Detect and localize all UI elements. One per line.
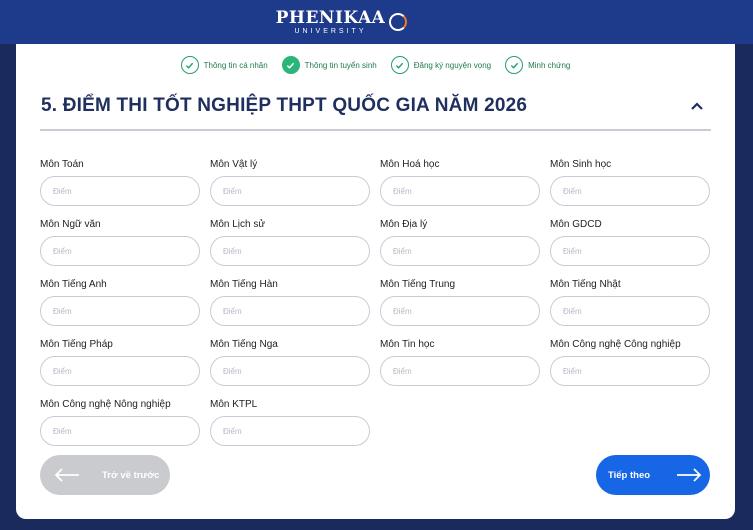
field-tieng-nga: Môn Tiếng Nga [210, 339, 370, 386]
field-label: Môn Vật lý [210, 159, 258, 170]
score-input-toan[interactable] [40, 176, 200, 206]
next-button[interactable]: Tiếp theo [596, 455, 710, 495]
field-label: Môn Toán [40, 159, 84, 170]
form-card: Thông tin cá nhân Thông tin tuyển sinh Đ… [16, 44, 735, 519]
score-input-sinh-hoc[interactable] [550, 176, 710, 206]
collapse-button[interactable] [687, 96, 707, 116]
field-label: Môn Tiếng Pháp [40, 339, 113, 350]
logo-text: PHENIKAA UNIVERSITY [275, 7, 386, 35]
score-input-tieng-nhat[interactable] [550, 296, 710, 326]
field-ngu-van: Môn Ngữ văn [40, 219, 200, 266]
score-input-lich-su[interactable] [210, 236, 370, 266]
step-label: Thông tin tuyển sinh [304, 60, 377, 70]
field-label: Môn Công nghệ Nông nghiệp [40, 399, 171, 410]
score-input-cong-nghe-cong-nghiep[interactable] [550, 356, 710, 386]
check-icon [180, 56, 199, 74]
step-label: Đăng ký nguyện vọng [413, 60, 492, 70]
field-hoa-hoc: Môn Hoá học [380, 159, 540, 206]
back-button[interactable]: Trở về trước [40, 455, 170, 495]
field-label: Môn Công nghệ Công nghiệp [550, 339, 681, 350]
score-input-gdcd[interactable] [550, 236, 710, 266]
step-admission-info[interactable]: Thông tin tuyển sinh [281, 56, 377, 74]
score-input-ngu-van[interactable] [40, 236, 200, 266]
logo-name: PHENIKAA [275, 7, 386, 28]
field-label: Môn Tiếng Trung [380, 279, 456, 290]
step-label: Minh chứng [528, 60, 571, 70]
check-icon [390, 56, 409, 74]
field-cong-nghe-nong-nghiep: Môn Công nghệ Nông nghiệp [40, 399, 200, 446]
score-input-tieng-phap[interactable] [40, 356, 200, 386]
next-button-label: Tiếp theo [608, 469, 651, 481]
score-input-cong-nghe-nong-nghiep[interactable] [40, 416, 200, 446]
field-label: Môn GDCD [550, 219, 602, 230]
field-label: Môn Tiếng Anh [40, 279, 107, 290]
field-label: Môn Ngữ văn [40, 219, 101, 230]
field-ktpl: Môn KTPL [210, 399, 370, 446]
score-input-ktpl[interactable] [210, 416, 370, 446]
field-tieng-nhat: Môn Tiếng Nhật [550, 279, 710, 326]
score-input-tieng-trung[interactable] [380, 296, 540, 326]
arrow-left-icon [54, 468, 79, 482]
field-sinh-hoc: Môn Sinh học [550, 159, 710, 206]
field-tin-hoc: Môn Tin học [380, 339, 540, 386]
field-gdcd: Môn GDCD [550, 219, 710, 266]
field-label: Môn Hoá học [380, 159, 440, 170]
field-label: Môn Tin học [380, 339, 435, 350]
score-input-dia-ly[interactable] [380, 236, 540, 266]
logo-subtitle: UNIVERSITY [294, 27, 367, 35]
score-fields-grid: Môn Toán Môn Vật lý Môn Hoá học Môn Sinh… [40, 159, 711, 446]
field-label: Môn Lịch sử [210, 219, 266, 230]
progress-steps: Thông tin cá nhân Thông tin tuyển sinh Đ… [16, 54, 735, 76]
score-input-tieng-anh[interactable] [40, 296, 200, 326]
score-input-tieng-han[interactable] [210, 296, 370, 326]
step-wish-registration[interactable]: Đăng ký nguyện vọng [390, 56, 492, 74]
field-toan: Môn Toán [40, 159, 200, 206]
field-label: Môn Tiếng Nga [210, 339, 278, 350]
score-input-tin-hoc[interactable] [380, 356, 540, 386]
step-label: Thông tin cá nhân [203, 60, 268, 70]
field-tieng-han: Môn Tiếng Hàn [210, 279, 370, 326]
chevron-up-icon [691, 102, 703, 110]
score-input-hoa-hoc[interactable] [380, 176, 540, 206]
logo-ring-icon [389, 13, 408, 31]
arrow-right-icon [677, 468, 702, 482]
field-label: Môn Sinh học [550, 159, 612, 170]
field-lich-su: Môn Lịch sử [210, 219, 370, 266]
section-divider [40, 129, 711, 131]
brand-logo[interactable]: PHENIKAA UNIVERSITY [275, 7, 408, 35]
field-label: Môn Tiếng Hàn [210, 279, 278, 290]
score-input-tieng-nga[interactable] [210, 356, 370, 386]
field-tieng-anh: Môn Tiếng Anh [40, 279, 200, 326]
field-cong-nghe-cong-nghiep: Môn Công nghệ Công nghiệp [550, 339, 710, 386]
field-label: Môn KTPL [210, 399, 258, 410]
step-personal-info[interactable]: Thông tin cá nhân [180, 56, 268, 74]
check-icon [505, 56, 524, 74]
step-evidence[interactable]: Minh chứng [505, 56, 570, 74]
field-label: Môn Tiếng Nhật [550, 279, 621, 290]
section-title: 5. ĐIỂM THI TỐT NGHIỆP THPT QUỐC GIA NĂM… [41, 95, 528, 116]
field-tieng-trung: Môn Tiếng Trung [380, 279, 540, 326]
field-dia-ly: Môn Địa lý [380, 219, 540, 266]
top-header: PHENIKAA UNIVERSITY [0, 0, 753, 44]
score-input-vat-ly[interactable] [210, 176, 370, 206]
field-label: Môn Địa lý [380, 219, 428, 230]
field-tieng-phap: Môn Tiếng Pháp [40, 339, 200, 386]
field-vat-ly: Môn Vật lý [210, 159, 370, 206]
check-icon [281, 56, 300, 74]
back-button-label: Trở về trước [102, 469, 160, 481]
